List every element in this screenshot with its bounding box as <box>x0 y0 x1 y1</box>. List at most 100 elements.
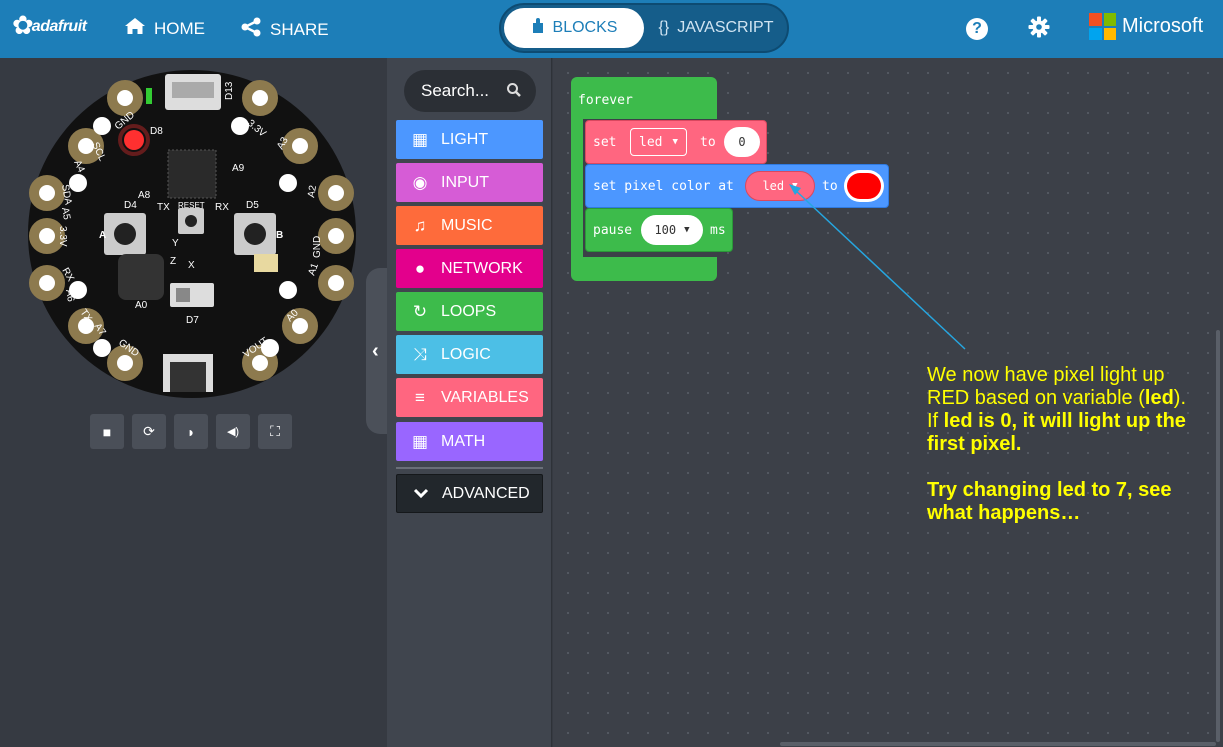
javascript-label: JAVASCRIPT <box>677 19 774 36</box>
adafruit-logo[interactable]: ✿ adafruit <box>12 10 87 40</box>
chat-bubbles-icon: ● <box>414 258 426 278</box>
note-bold3: Try changing led to 7, see what happens… <box>927 479 1172 524</box>
annotation-text: We now have pixel light up RED based on … <box>927 364 1187 525</box>
d8-red-led <box>124 130 144 150</box>
javascript-tab[interactable]: {} JAVASCRIPT <box>647 8 785 48</box>
help-button[interactable]: ? <box>964 16 990 42</box>
adafruit-flower-icon: ✿ <box>12 10 34 40</box>
home-button[interactable]: HOME <box>124 17 205 41</box>
note-line1: We now have pixel light up RED based on … <box>927 364 1165 409</box>
stop-icon: ■ <box>102 423 112 440</box>
label-a6: A6 <box>63 289 76 303</box>
category-label: LIGHT <box>441 130 489 148</box>
note-bold2: led is 0, it will light up the first pix… <box>927 410 1186 455</box>
label-d7: D7 <box>186 315 199 326</box>
brand-name: adafruit <box>31 18 87 35</box>
settings-button[interactable] <box>1026 16 1052 42</box>
headphones-icon: ♫ <box>413 215 427 235</box>
category-label: MATH <box>441 432 486 450</box>
label-a8: A8 <box>138 190 151 201</box>
toolbox: Search... ▦ LIGHT ◉ INPUT ♫ MUSIC ● NETW… <box>387 58 552 747</box>
list-icon: ≡ <box>415 387 425 407</box>
label-3v3-left: 3.3V <box>57 226 68 247</box>
label-a2: A2 <box>306 184 319 198</box>
label-d5: D5 <box>246 200 259 211</box>
label-a5: A5 <box>59 207 72 221</box>
toolbox-divider <box>396 467 543 469</box>
simulator-controls: ■ ⟳ ◗ ◀) ⛶ <box>90 414 292 449</box>
grid-icon: ▦ <box>411 129 429 149</box>
share-label: SHARE <box>270 20 329 39</box>
blocks-workspace[interactable]: forever set led ▼ to 0 set pixel color a… <box>553 58 1223 747</box>
category-label: MUSIC <box>441 216 493 234</box>
search-input[interactable]: Search... <box>404 70 536 112</box>
label-button-a: A <box>99 230 106 241</box>
chevron-down-icon <box>411 484 431 504</box>
blocks-label: BLOCKS <box>552 19 618 36</box>
refresh-icon: ↻ <box>412 301 428 321</box>
category-label: VARIABLES <box>441 388 529 406</box>
restart-icon: ⟳ <box>143 423 155 439</box>
gear-icon <box>1028 16 1050 43</box>
slow-motion-button[interactable]: ◗ <box>174 414 208 449</box>
category-label: INPUT <box>441 173 489 191</box>
editor-mode-switch: BLOCKS {} JAVASCRIPT <box>499 3 789 53</box>
microcontroller-chip <box>167 149 217 199</box>
restart-button[interactable]: ⟳ <box>132 414 166 449</box>
category-label: NETWORK <box>441 259 523 277</box>
category-network[interactable]: ● NETWORK <box>396 249 543 288</box>
puzzle-piece-icon <box>531 17 545 39</box>
code-braces-icon: {} <box>658 19 670 36</box>
label-x: X <box>188 260 195 271</box>
share-icon <box>240 17 262 43</box>
vertical-scrollbar[interactable] <box>1216 330 1220 742</box>
microsoft-logo[interactable]: Microsoft <box>1089 13 1203 40</box>
microsoft-squares-icon <box>1089 13 1116 40</box>
help-icon: ? <box>966 18 988 40</box>
mute-button[interactable]: ◀) <box>216 414 250 449</box>
top-bar: ✿ adafruit HOME SHARE BLOCKS {} JAVASCRI… <box>0 0 1223 58</box>
search-icon <box>506 82 522 103</box>
category-light[interactable]: ▦ LIGHT <box>396 120 543 159</box>
circuit-playground-board[interactable]: GND D8 D13 3.3V SCL A4 A3 A9 A8 SDA A5 A… <box>0 58 387 408</box>
label-reset: RESET <box>178 201 205 210</box>
category-loops[interactable]: ↻ LOOPS <box>396 292 543 331</box>
fullscreen-icon: ⛶ <box>270 423 280 439</box>
microsoft-label: Microsoft <box>1122 15 1204 37</box>
category-advanced[interactable]: ADVANCED <box>396 474 543 513</box>
calculator-icon: ▦ <box>411 431 429 451</box>
simulator-panel: GND D8 D13 3.3V SCL A4 A3 A9 A8 SDA A5 A… <box>0 58 387 747</box>
slow-motion-icon: ◗ <box>186 423 196 440</box>
category-label: LOOPS <box>441 302 497 320</box>
note-bold1: led <box>1144 387 1174 409</box>
label-a9: A9 <box>232 163 245 174</box>
radio-target-icon: ◉ <box>412 172 428 192</box>
category-variables[interactable]: ≡ VARIABLES <box>396 378 543 417</box>
stop-button[interactable]: ■ <box>90 414 124 449</box>
speaker <box>118 254 164 300</box>
home-label: HOME <box>154 19 205 38</box>
label-z: Z <box>170 256 176 267</box>
fullscreen-button[interactable]: ⛶ <box>258 414 292 449</box>
label-y: Y <box>172 238 179 249</box>
shuffle-icon: ⤨ <box>413 344 427 364</box>
chevron-left-icon: ‹ <box>372 339 379 362</box>
label-gnd-right: GND <box>312 236 323 258</box>
label-d13: D13 <box>224 81 235 100</box>
category-label: LOGIC <box>441 345 491 363</box>
sound-icon: ◀) <box>226 426 240 438</box>
horizontal-scrollbar[interactable] <box>780 742 1216 746</box>
category-math[interactable]: ▦ MATH <box>396 422 543 461</box>
share-button[interactable]: SHARE <box>240 17 329 43</box>
label-a0: A0 <box>135 300 148 311</box>
label-d4: D4 <box>124 200 137 211</box>
search-placeholder: Search... <box>421 81 490 100</box>
home-icon <box>124 17 146 41</box>
category-music[interactable]: ♫ MUSIC <box>396 206 543 245</box>
label-rx-top: RX <box>215 202 229 213</box>
category-logic[interactable]: ⤨ LOGIC <box>396 335 543 374</box>
blocks-tab[interactable]: BLOCKS <box>504 8 644 48</box>
category-label: ADVANCED <box>442 484 530 502</box>
category-input[interactable]: ◉ INPUT <box>396 163 543 202</box>
label-tx-top: TX <box>157 202 170 213</box>
